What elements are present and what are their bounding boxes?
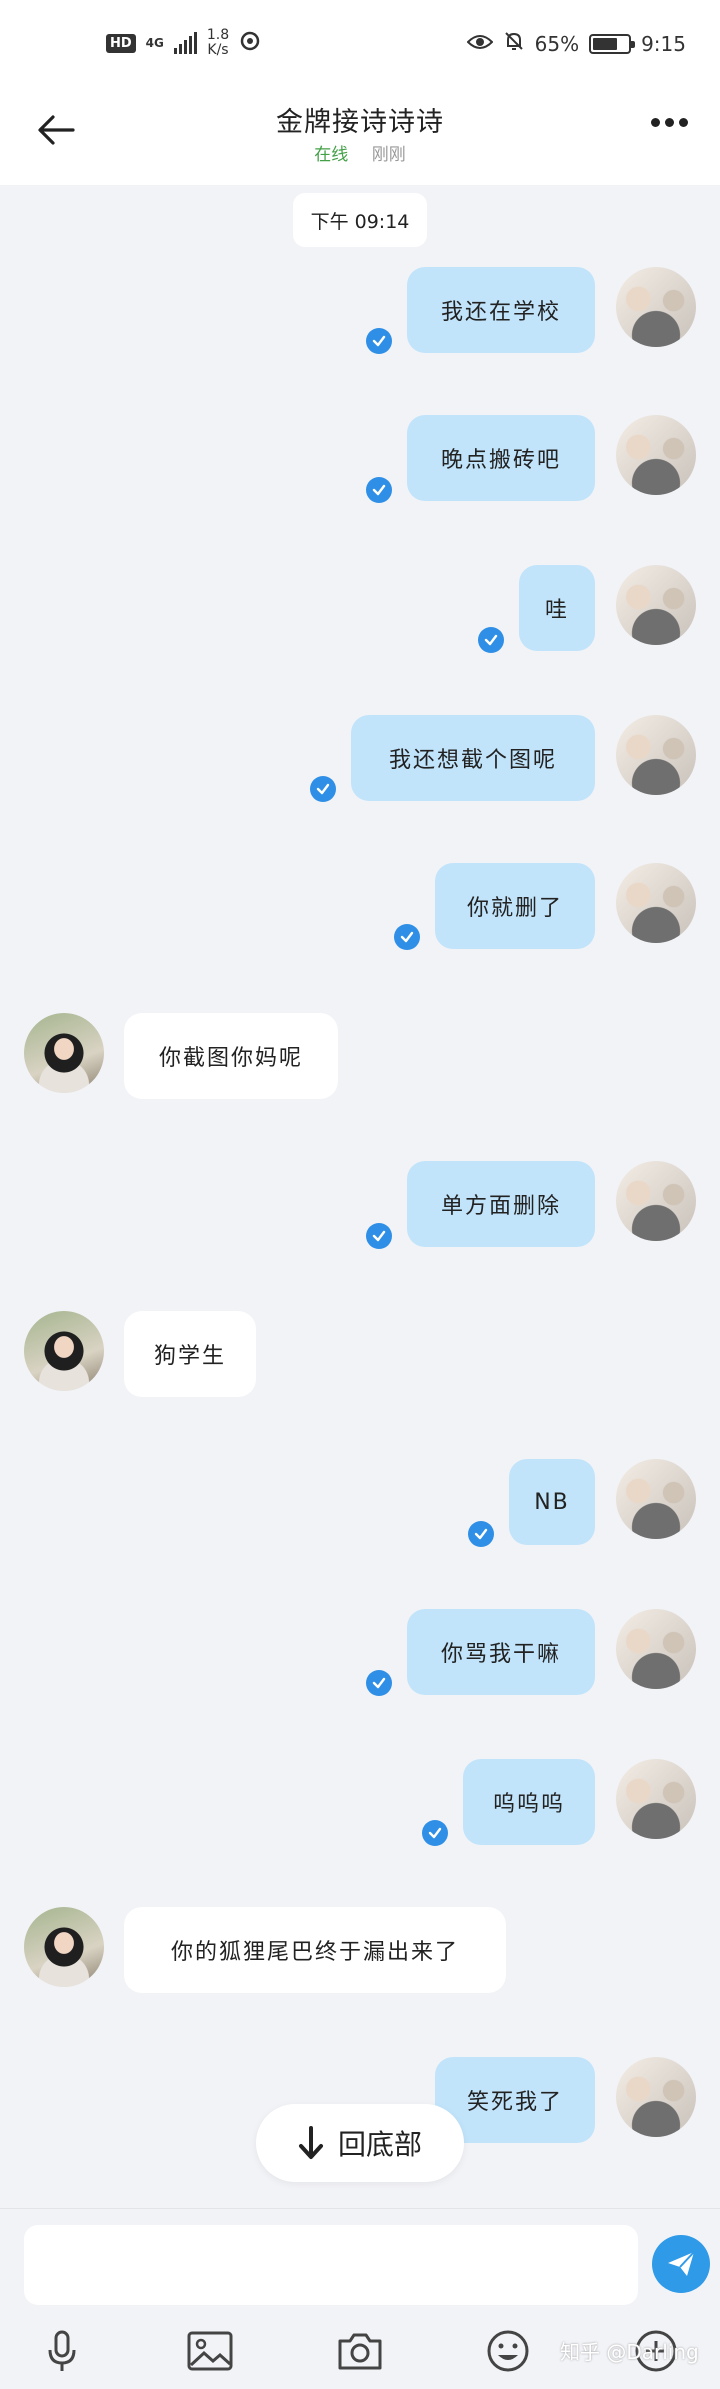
my-avatar[interactable] [616, 565, 696, 645]
read-check-icon [366, 477, 392, 503]
read-check-icon [366, 1670, 392, 1696]
message-bubble[interactable]: 晚点搬砖吧 [407, 415, 595, 501]
read-check-icon [394, 924, 420, 950]
smiley-icon [487, 2330, 529, 2372]
battery-percent: 65% [534, 31, 580, 56]
my-avatar[interactable] [616, 267, 696, 347]
speed-value: 1.8 [206, 27, 230, 43]
status-left: HD 4G 1.8 K/s [106, 28, 261, 58]
status-bar: HD 4G 1.8 K/s 65% 9:15 [0, 0, 720, 90]
jump-to-bottom-button[interactable]: 回底部 [256, 2104, 464, 2182]
message-bubble[interactable]: 你骂我干嘛 [407, 1609, 595, 1695]
dot-icon [665, 118, 674, 127]
clock: 9:15 [641, 31, 686, 56]
voice-button[interactable] [38, 2327, 86, 2375]
image-icon [187, 2331, 233, 2371]
message-bubble[interactable]: 单方面删除 [407, 1161, 595, 1247]
signal-icon [173, 32, 197, 54]
message-bubble[interactable]: 我还想截个图呢 [351, 715, 595, 801]
message-bubble[interactable]: 呜呜呜 [463, 1759, 595, 1845]
my-avatar[interactable] [616, 1759, 696, 1839]
presence-line: 在线 刚刚 [0, 140, 720, 165]
my-avatar[interactable] [616, 1459, 696, 1539]
read-check-icon [478, 627, 504, 653]
message-bubble[interactable]: NB [509, 1459, 595, 1545]
gallery-button[interactable] [186, 2327, 234, 2375]
my-avatar[interactable] [616, 415, 696, 495]
my-avatar[interactable] [616, 1161, 696, 1241]
last-seen: 刚刚 [371, 145, 406, 165]
message-bubble[interactable]: 你的狐狸尾巴终于漏出来了 [124, 1907, 506, 1993]
timestamp-chip: 下午 09:14 [293, 193, 427, 247]
contact-avatar[interactable] [24, 1013, 104, 1093]
jump-to-bottom-label: 回底部 [337, 2128, 422, 2161]
more-menu-button[interactable] [651, 118, 688, 127]
my-avatar[interactable] [616, 863, 696, 943]
message-bubble[interactable]: 你截图你妈呢 [124, 1013, 338, 1099]
hd-badge: HD [106, 33, 136, 53]
speed-unit: K/s [207, 42, 229, 58]
read-check-icon [422, 1820, 448, 1846]
watermark: 知乎 @Darling [560, 2340, 699, 2364]
message-input[interactable] [24, 2225, 638, 2305]
my-avatar[interactable] [616, 715, 696, 795]
dot-icon [679, 118, 688, 127]
message-bubble[interactable]: 狗学生 [124, 1311, 256, 1397]
message-bubble[interactable]: 我还在学校 [407, 267, 595, 353]
message-bubble[interactable]: 你就删了 [435, 863, 595, 949]
my-avatar[interactable] [616, 2057, 696, 2137]
read-check-icon [366, 1223, 392, 1249]
read-check-icon [310, 776, 336, 802]
contact-avatar[interactable] [24, 1907, 104, 1987]
send-button[interactable] [652, 2235, 710, 2293]
network-speed: 1.8 K/s [207, 28, 229, 58]
online-status: 在线 [314, 145, 349, 165]
chat-header: 金牌接诗诗诗 在线 刚刚 [0, 90, 720, 185]
battery-icon [589, 33, 636, 54]
music-icon [239, 30, 261, 56]
network-type: 4G [145, 36, 164, 50]
message-bubble[interactable]: 哇 [519, 565, 595, 651]
my-avatar[interactable] [616, 1609, 696, 1689]
dot-icon [651, 118, 660, 127]
mute-bell-icon [503, 30, 525, 57]
chat-title: 金牌接诗诗诗 [276, 107, 444, 138]
microphone-icon [48, 2330, 76, 2371]
read-check-icon [366, 328, 392, 354]
paper-plane-icon [668, 2251, 695, 2276]
arrow-down-icon [298, 2126, 323, 2159]
status-right: 65% 9:15 [466, 30, 686, 57]
read-check-icon [468, 1521, 494, 1547]
camera-icon [338, 2333, 382, 2370]
emoji-button[interactable] [484, 2327, 532, 2375]
eye-icon [466, 32, 494, 56]
contact-avatar[interactable] [24, 1311, 104, 1391]
camera-button[interactable] [336, 2327, 384, 2375]
